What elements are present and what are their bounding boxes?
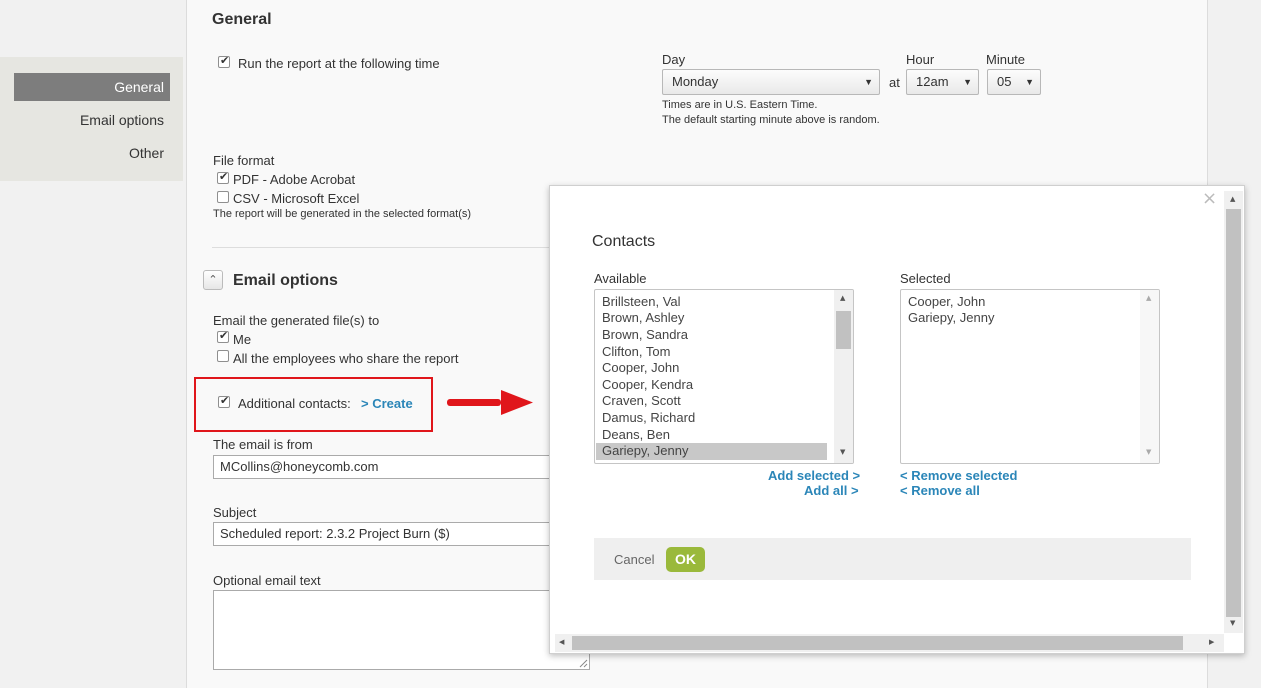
scrollbar-thumb[interactable] <box>572 636 1183 650</box>
list-item[interactable]: Gariepy, Jenny <box>908 310 994 325</box>
selected-label: Selected <box>900 271 951 286</box>
email-me-label: Me <box>233 332 252 347</box>
cancel-button[interactable]: Cancel <box>614 552 654 567</box>
minute-select[interactable]: 05 ▼ <box>987 69 1041 95</box>
run-report-label: Run the report at the following time <box>238 56 440 71</box>
hour-select[interactable]: 12am ▼ <box>906 69 979 95</box>
scroll-right-icon[interactable]: ▶ <box>1209 638 1214 646</box>
list-item[interactable]: Cooper, Kendra <box>602 377 693 392</box>
modal-title: Contacts <box>592 233 656 250</box>
remove-all-button[interactable]: < Remove all <box>900 483 980 498</box>
format-note: The report will be generated in the sele… <box>213 208 472 220</box>
subject-input[interactable]: Scheduled report: 2.3.2 Project Burn ($) <box>213 522 558 546</box>
time-note-random: The default starting minute above is ran… <box>662 114 880 126</box>
modal-footer: Cancel OK <box>594 538 1191 580</box>
modal-horizontal-scrollbar[interactable]: ◀ ▶ <box>555 634 1224 652</box>
selected-listbox[interactable]: Cooper, John Gariepy, Jenny ▲ ▼ <box>900 289 1160 464</box>
hour-select-value: 12am <box>916 74 949 89</box>
sidebar: General Email options Other <box>0 57 183 181</box>
scroll-down-icon[interactable]: ▼ <box>840 448 845 456</box>
email-options-section-title: Email options <box>233 272 338 289</box>
scrollbar-thumb[interactable] <box>1226 209 1241 617</box>
minute-select-value: 05 <box>997 74 1012 89</box>
sidebar-item-email-options[interactable]: Email options <box>14 106 170 134</box>
create-contacts-link[interactable]: > Create <box>361 396 413 411</box>
scroll-down-icon[interactable]: ▼ <box>1146 448 1151 456</box>
add-all-button[interactable]: Add all > <box>804 483 859 498</box>
add-selected-button[interactable]: Add selected > <box>768 468 860 483</box>
list-item[interactable]: Cooper, John <box>908 294 985 309</box>
sidebar-item-general[interactable]: General <box>14 73 170 101</box>
file-format-label: File format <box>213 153 275 168</box>
list-item[interactable]: Brown, Sandra <box>602 327 688 342</box>
contacts-modal: × Contacts Available Selected Brillsteen… <box>549 185 1245 654</box>
list-item[interactable]: Deans, Ben <box>602 427 670 442</box>
list-item[interactable]: Brown, Ashley <box>602 310 684 325</box>
sidebar-item-other[interactable]: Other <box>14 139 170 167</box>
scrollbar-thumb[interactable] <box>836 311 851 349</box>
subject-label: Subject <box>213 505 257 520</box>
close-icon[interactable]: × <box>1202 188 1217 209</box>
email-from-label: The email is from <box>213 437 313 452</box>
email-all-employees-checkbox[interactable] <box>217 350 229 362</box>
list-item[interactable]: Clifton, Tom <box>602 344 670 359</box>
email-to-label: Email the generated file(s) to <box>213 313 380 328</box>
at-label: at <box>889 75 900 90</box>
list-item[interactable]: Damus, Richard <box>602 410 695 425</box>
run-report-checkbox[interactable] <box>218 54 230 68</box>
scroll-up-icon[interactable]: ▲ <box>1230 195 1235 203</box>
scroll-down-icon[interactable]: ▼ <box>1230 619 1235 627</box>
scroll-up-icon[interactable]: ▲ <box>840 294 845 302</box>
email-from-input[interactable]: MCollins@honeycomb.com <box>213 455 558 479</box>
format-csv-label: CSV - Microsoft Excel <box>233 191 360 206</box>
day-select[interactable]: Monday ▼ <box>662 69 880 95</box>
arrow-annotation-icon <box>447 390 533 415</box>
chevron-down-icon: ▼ <box>864 77 873 87</box>
list-item[interactable]: Gariepy, Jenny <box>602 443 688 458</box>
chevron-down-icon: ▼ <box>1025 77 1034 87</box>
scroll-left-icon[interactable]: ◀ <box>559 638 564 646</box>
ok-button[interactable]: OK <box>666 547 705 572</box>
optional-text-textarea[interactable] <box>213 590 590 670</box>
list-item[interactable]: Brillsteen, Val <box>602 294 681 309</box>
format-csv-checkbox[interactable] <box>217 191 229 203</box>
day-select-value: Monday <box>672 74 719 89</box>
available-label: Available <box>594 271 647 286</box>
chevron-down-icon: ▼ <box>963 77 972 87</box>
available-scrollbar[interactable]: ▲ ▼ <box>834 290 853 463</box>
day-label: Day <box>662 52 686 67</box>
subject-value: Scheduled report: 2.3.2 Project Burn ($) <box>220 526 450 541</box>
optional-text-label: Optional email text <box>213 573 321 588</box>
email-me-checkbox[interactable] <box>217 329 229 343</box>
time-note-timezone: Times are in U.S. Eastern Time. <box>662 99 818 111</box>
scroll-up-icon[interactable]: ▲ <box>1146 294 1151 302</box>
format-pdf-checkbox[interactable] <box>217 170 229 184</box>
double-chevron-up-icon: ⌃ <box>208 273 218 286</box>
format-pdf-label: PDF - Adobe Acrobat <box>233 172 356 187</box>
list-item[interactable]: Cooper, John <box>602 360 679 375</box>
additional-contacts-checkbox[interactable] <box>218 394 230 408</box>
minute-label: Minute <box>986 52 1026 67</box>
hour-label: Hour <box>906 52 935 67</box>
available-listbox[interactable]: Brillsteen, Val Brown, Ashley Brown, San… <box>594 289 854 464</box>
email-from-value: MCollins@honeycomb.com <box>220 459 379 474</box>
remove-selected-button[interactable]: < Remove selected <box>900 468 1017 483</box>
collapse-section-button[interactable]: ⌃ <box>203 270 223 290</box>
general-section-title: General <box>212 11 272 28</box>
additional-contacts-label: Additional contacts: <box>238 396 351 411</box>
list-item[interactable]: Craven, Scott <box>602 393 681 408</box>
section-divider <box>212 247 552 248</box>
email-all-employees-label: All the employees who share the report <box>233 351 459 366</box>
modal-vertical-scrollbar[interactable]: ▲ ▼ <box>1224 191 1243 633</box>
selected-scrollbar[interactable]: ▲ ▼ <box>1140 290 1159 463</box>
resize-grip-icon[interactable] <box>579 659 588 668</box>
